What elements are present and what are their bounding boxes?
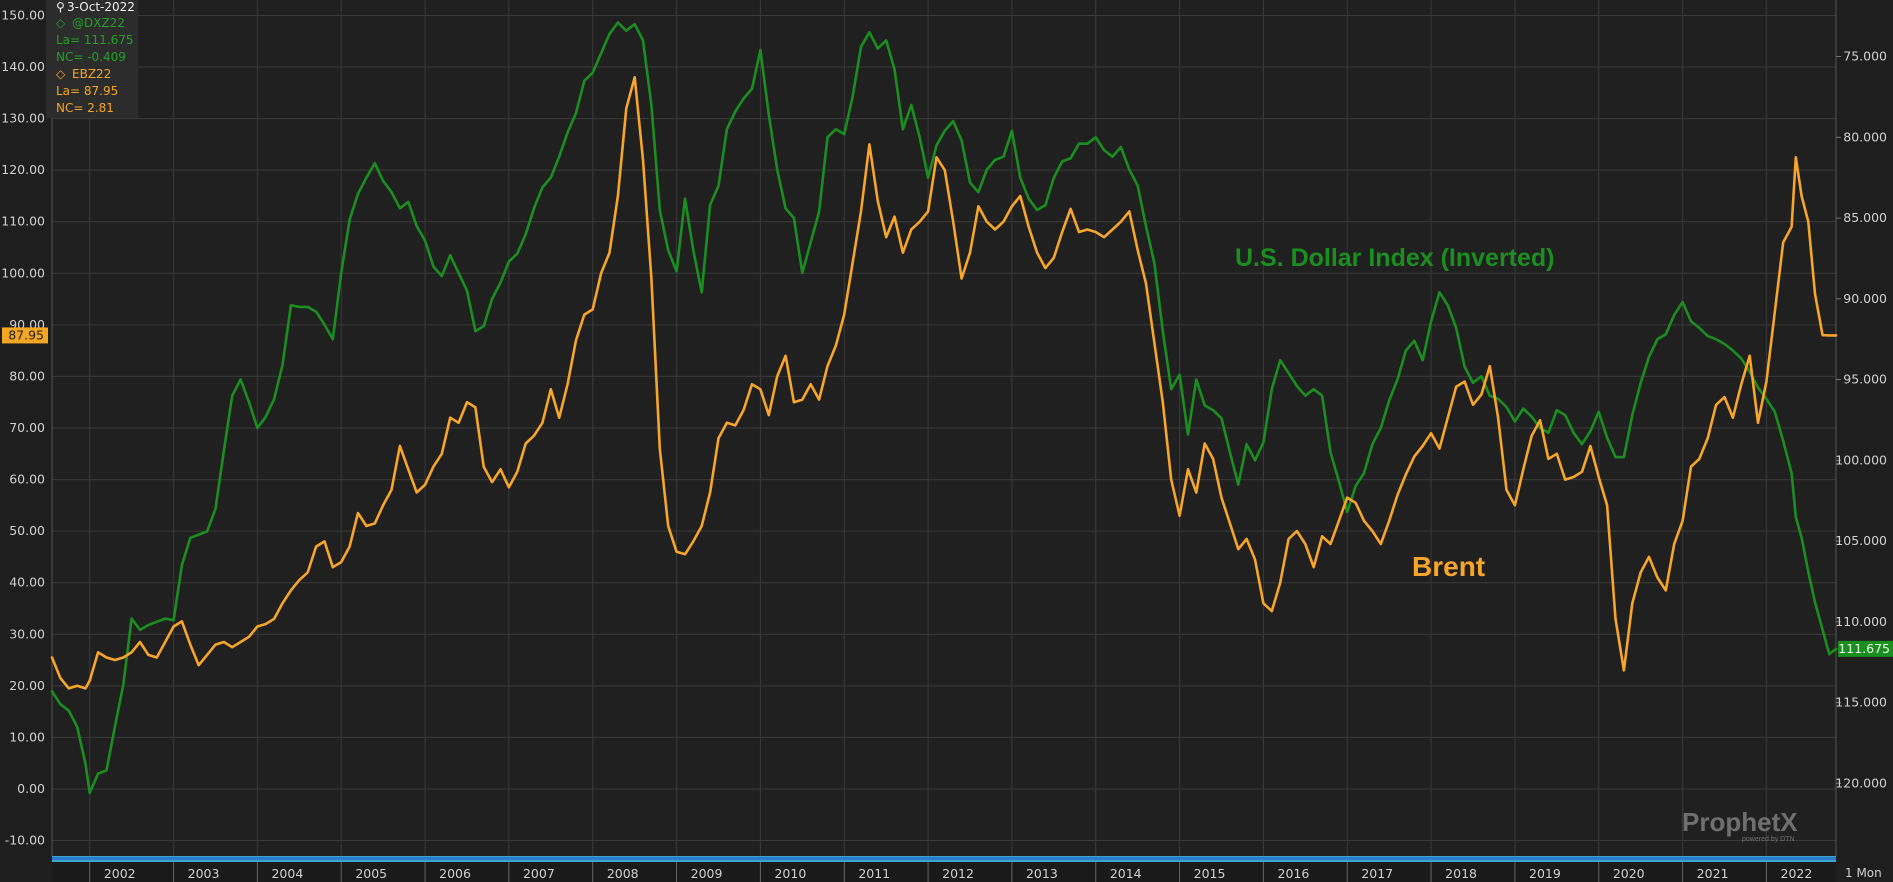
left-tick-label: 100.00 — [1, 265, 45, 280]
left-tick-label: 110.00 — [1, 214, 45, 229]
right-tick-label: 105.000 — [1835, 533, 1887, 548]
right-tick-label: 100.000 — [1835, 452, 1887, 467]
x-tick-label: 2004 — [271, 866, 303, 881]
right-tick-label: 115.000 — [1835, 695, 1887, 710]
x-tick-label: 2014 — [1110, 866, 1142, 881]
watermark-sub: powered by DTN — [1742, 836, 1795, 843]
x-tick-label: 2019 — [1529, 866, 1561, 881]
left-tick-label: 130.00 — [1, 111, 45, 126]
time-scrollbar[interactable] — [52, 856, 1836, 862]
legend-nc-dx: NC= -0.409 — [56, 50, 126, 64]
x-tick-label: 2003 — [188, 866, 220, 881]
legend-symbol-dx: @DXZ22 — [72, 16, 125, 30]
x-tick-label: 2009 — [691, 866, 723, 881]
x-tick-label: 2008 — [607, 866, 639, 881]
x-tick-label: 2020 — [1613, 866, 1645, 881]
x-tick-label: 2022 — [1781, 866, 1813, 881]
x-tick-label: 2002 — [104, 866, 136, 881]
interval-label[interactable]: 1 Mon — [1845, 866, 1882, 880]
x-tick-label: 2018 — [1445, 866, 1477, 881]
right-tick-label: 75.000 — [1843, 49, 1887, 64]
legend-symbol-eb: EBZ22 — [72, 67, 111, 81]
x-tick-label: 2012 — [942, 866, 974, 881]
scrollbar-stripe — [52, 857, 1836, 860]
left-tick-label: 30.00 — [9, 626, 45, 641]
legend-last-eb: La= 87.95 — [56, 84, 118, 98]
left-tick-label: -10.00 — [5, 833, 45, 848]
left-tick-label: 20.00 — [9, 678, 45, 693]
annotation-brent: Brent — [1412, 551, 1485, 582]
legend-box[interactable]: ⚲ 3-Oct-2022 ◇ @DXZ22 La= 111.675 NC= -0… — [46, 0, 138, 118]
right-tick-label: 110.000 — [1835, 614, 1887, 629]
legend-nc-eb: NC= 2.81 — [56, 101, 114, 115]
annotation-usd-index: U.S. Dollar Index (Inverted) — [1235, 244, 1555, 272]
x-tick-label: 2010 — [774, 866, 806, 881]
legend-last-dx: La= 111.675 — [56, 33, 134, 47]
x-axis: 2002 2003 2004 2005 2006 2007 2008 2009 2010 2011… — [52, 862, 1836, 882]
diamond-icon: ◇ — [56, 67, 66, 81]
left-tick-label: 120.00 — [1, 162, 45, 177]
right-tick-label: 80.000 — [1843, 129, 1887, 144]
left-tick-label: 10.00 — [9, 729, 45, 744]
left-tick-label: 70.00 — [9, 420, 45, 435]
legend-date: 3-Oct-2022 — [67, 0, 135, 14]
left-tick-label: 150.00 — [1, 7, 45, 22]
magnifier-icon: ⚲ — [56, 0, 65, 14]
x-tick-label: 2005 — [355, 866, 387, 881]
right-tick-label: 85.000 — [1843, 210, 1887, 225]
left-tick-label: 80.00 — [9, 368, 45, 383]
x-tick-label: 2017 — [1361, 866, 1393, 881]
chart-svg[interactable]: 150.00 140.00 130.00 120.00 110.00 100.00 90.0… — [0, 0, 1893, 882]
left-tick-label: 50.00 — [9, 523, 45, 538]
left-tick-label: 60.00 — [9, 472, 45, 487]
x-tick-label: 2011 — [858, 866, 890, 881]
left-last-value-text: 87.95 — [8, 327, 44, 342]
right-tick-label: 90.000 — [1843, 291, 1887, 306]
right-last-value-text: 111.675 — [1838, 641, 1890, 656]
x-tick-label: 2015 — [1194, 866, 1226, 881]
right-tick-label: 95.000 — [1843, 372, 1887, 387]
left-tick-label: 40.00 — [9, 575, 45, 590]
x-tick-label: 2006 — [439, 866, 471, 881]
x-tick-label: 2016 — [1278, 866, 1310, 881]
diamond-icon: ◇ — [56, 16, 66, 30]
left-tick-label: 140.00 — [1, 59, 45, 74]
x-tick-label: 2013 — [1026, 866, 1058, 881]
watermark-brand: ProphetX — [1682, 807, 1798, 837]
left-tick-label: 0.00 — [17, 781, 45, 796]
right-tick-label: 120.000 — [1835, 775, 1887, 790]
x-tick-label: 2007 — [523, 866, 555, 881]
chart-window: 150.00 140.00 130.00 120.00 110.00 100.00 90.0… — [0, 0, 1893, 882]
x-tick-label: 2021 — [1697, 866, 1729, 881]
